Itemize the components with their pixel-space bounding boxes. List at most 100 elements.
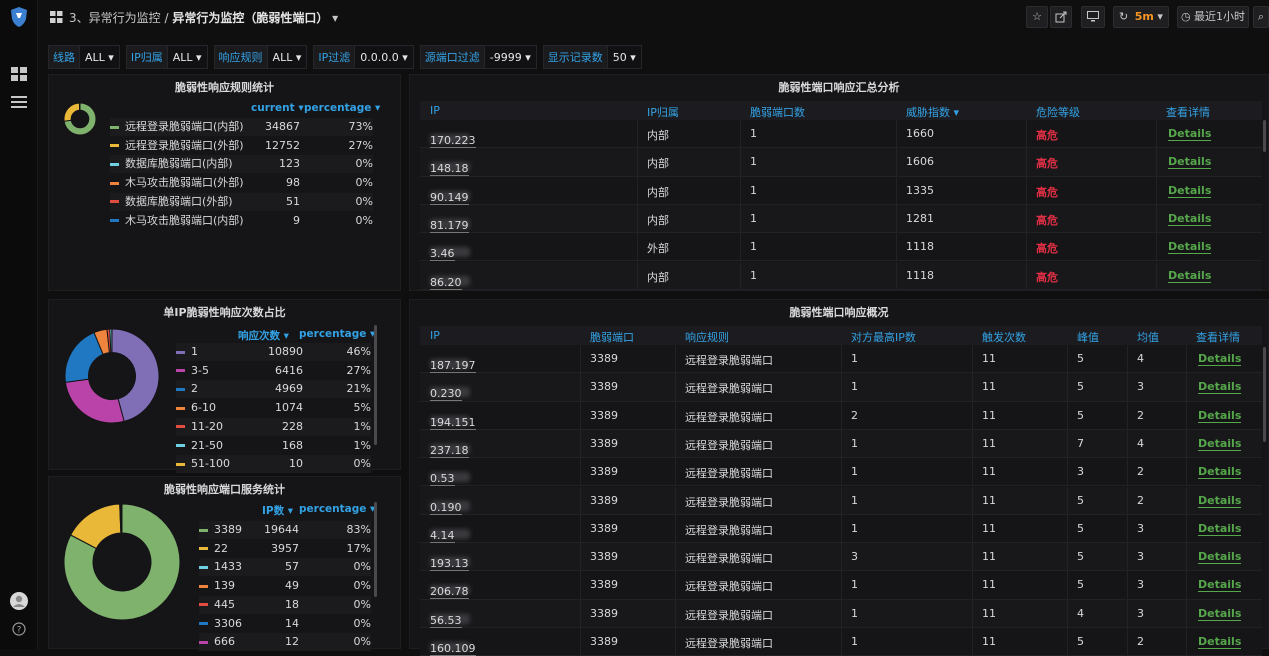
details-link[interactable]: Details (1198, 550, 1241, 564)
page-title[interactable]: 异常行为监控（脆弱性端口） (172, 11, 328, 25)
column-header[interactable]: 查看详情 (1196, 329, 1240, 345)
details-link[interactable]: Details (1168, 269, 1211, 283)
ip-value[interactable]: 90.149 (430, 191, 469, 205)
details-link[interactable]: Details (1198, 607, 1241, 621)
refresh-interval[interactable]: 5m (1135, 10, 1154, 23)
legend-row[interactable]: 6-1010745% (176, 399, 371, 417)
details-link[interactable]: Details (1198, 437, 1241, 451)
ip-value[interactable]: 56.53 (430, 614, 462, 628)
ip-value[interactable]: 81.179 (430, 219, 469, 233)
ip-value[interactable]: 187.197 (430, 359, 476, 373)
ip-value[interactable]: 206.78 (430, 585, 469, 599)
table-scrollbar[interactable] (1263, 347, 1266, 442)
time-range-label[interactable]: 最近1小时 (1194, 10, 1245, 23)
ip-value[interactable]: 4.14 (430, 529, 455, 543)
variable-select[interactable]: ALL ▾ (80, 45, 120, 69)
ip-value[interactable]: 237.18 (430, 444, 469, 458)
column-header[interactable]: IP归属 (647, 104, 679, 120)
variable-value[interactable]: 50 (613, 51, 627, 64)
variable-value[interactable]: ALL (85, 51, 105, 64)
ip-value[interactable]: 0.53 (430, 472, 455, 486)
tv-mode-button[interactable] (1081, 6, 1105, 28)
panel-title[interactable]: 脆弱性响应端口服务统计 (49, 481, 400, 497)
legend-row[interactable]: 2496921% (176, 380, 371, 398)
breadcrumb-folder[interactable]: 3、异常行为监控 / (69, 11, 172, 25)
variable-value[interactable]: ALL (273, 51, 293, 64)
details-link[interactable]: Details (1168, 184, 1211, 198)
details-link[interactable]: Details (1198, 522, 1241, 536)
panel-title[interactable]: 脆弱性端口响应概况 (410, 304, 1268, 320)
ip-value[interactable]: 160.109 (430, 642, 476, 656)
details-link[interactable]: Details (1198, 578, 1241, 592)
legend-row[interactable]: 1433570% (199, 558, 371, 576)
legend-row[interactable]: 3306140% (199, 615, 371, 633)
legend-row[interactable]: 11-202281% (176, 418, 371, 436)
dropdown-caret-icon[interactable]: ▾ (193, 51, 202, 64)
time-range-picker[interactable]: ◷ 最近1小时 (1177, 6, 1249, 28)
legend-col-count[interactable]: 响应次数 ▾ (238, 328, 289, 343)
table-scrollbar[interactable] (1263, 120, 1266, 152)
details-link[interactable]: Details (1168, 127, 1211, 141)
ip-value[interactable]: 194.151 (430, 416, 476, 430)
ip-value[interactable]: 0.190 (430, 501, 462, 515)
zoom-out-button[interactable]: ⌕ (1253, 6, 1269, 28)
dashboard-picker-caret-icon[interactable]: ▾ (332, 11, 338, 25)
legend-row[interactable]: 139490% (199, 577, 371, 595)
app-logo-icon[interactable] (9, 6, 29, 28)
details-link[interactable]: Details (1198, 465, 1241, 479)
column-header[interactable]: 均值 (1137, 329, 1159, 345)
legend-row[interactable]: 木马攻击脆弱端口(外部)980% (110, 174, 373, 192)
user-avatar-icon[interactable] (10, 592, 28, 610)
donut-slice-远程登录脆弱端口(外部)[interactable] (64, 103, 80, 121)
details-link[interactable]: Details (1198, 352, 1241, 366)
panel-title[interactable]: 单IP脆弱性响应次数占比 (49, 304, 400, 320)
details-link[interactable]: Details (1198, 494, 1241, 508)
ip-value[interactable]: 0.230 (430, 387, 462, 401)
dashboards-grid-icon[interactable] (11, 67, 27, 81)
details-link[interactable]: Details (1198, 380, 1241, 394)
details-link[interactable]: Details (1198, 409, 1241, 423)
ip-value[interactable]: 3.46 (430, 247, 455, 261)
ip-value[interactable]: 170.223 (430, 134, 476, 148)
legend-row[interactable]: 数据库脆弱端口(外部)510% (110, 193, 373, 211)
column-header[interactable]: 触发次数 (982, 329, 1026, 345)
variable-value[interactable]: 0.0.0.0 (360, 51, 398, 64)
dropdown-caret-icon[interactable]: ▾ (105, 51, 114, 64)
variable-select[interactable]: 0.0.0.0 ▾ (355, 45, 414, 69)
panel-title[interactable]: 脆弱性端口响应汇总分析 (410, 79, 1268, 95)
legend-row[interactable]: 远程登录脆弱端口(内部)3486773% (110, 118, 373, 136)
legend-row[interactable]: 51-100100% (176, 455, 371, 473)
share-button[interactable] (1050, 6, 1072, 28)
legend-col-ipcount[interactable]: IP数 ▾ (262, 503, 293, 518)
variable-select[interactable]: ALL ▾ (268, 45, 308, 69)
details-link[interactable]: Details (1168, 212, 1211, 226)
column-header[interactable]: IP (430, 329, 440, 342)
legend-row[interactable]: 666120% (199, 633, 371, 651)
legend-row[interactable]: 3-5641627% (176, 362, 371, 380)
legend-row[interactable]: 木马攻击脆弱端口(内部)90% (110, 212, 373, 230)
breadcrumb[interactable]: 3、异常行为监控 / 异常行为监控（脆弱性端口） ▾ (69, 9, 338, 26)
details-link[interactable]: Details (1168, 155, 1211, 169)
column-header[interactable]: 响应规则 (685, 329, 729, 345)
legend-row[interactable]: 22395717% (199, 540, 371, 558)
column-header[interactable]: 威胁指数 ▾ (906, 104, 959, 120)
dropdown-caret-icon[interactable]: ▾ (399, 51, 408, 64)
dropdown-caret-icon[interactable]: ▾ (522, 51, 531, 64)
column-header[interactable]: 脆弱端口 (590, 329, 634, 345)
legend-row[interactable]: 445180% (199, 596, 371, 614)
legend-row[interactable]: 远程登录脆弱端口(外部)1275227% (110, 137, 373, 155)
column-header[interactable]: 对方最高IP数 (851, 329, 916, 345)
variable-select[interactable]: 50 ▾ (608, 45, 642, 69)
legend-col-percentage[interactable]: percentage ▾ (304, 102, 380, 114)
legend-col-percentage[interactable]: percentage ▾ (299, 328, 375, 340)
legend-scrollbar[interactable] (374, 502, 377, 597)
variable-select[interactable]: ALL ▾ (168, 45, 208, 69)
column-header[interactable]: 脆弱端口数 (750, 104, 805, 120)
ip-value[interactable]: 86.20 (430, 276, 462, 290)
column-header[interactable]: 危险等级 (1036, 104, 1080, 120)
ip-value[interactable]: 193.13 (430, 557, 469, 571)
legend-row[interactable]: 21-501681% (176, 437, 371, 455)
legend-scrollbar[interactable] (374, 325, 377, 445)
column-header[interactable]: 查看详情 (1166, 104, 1210, 120)
ip-value[interactable]: 148.18 (430, 162, 469, 176)
